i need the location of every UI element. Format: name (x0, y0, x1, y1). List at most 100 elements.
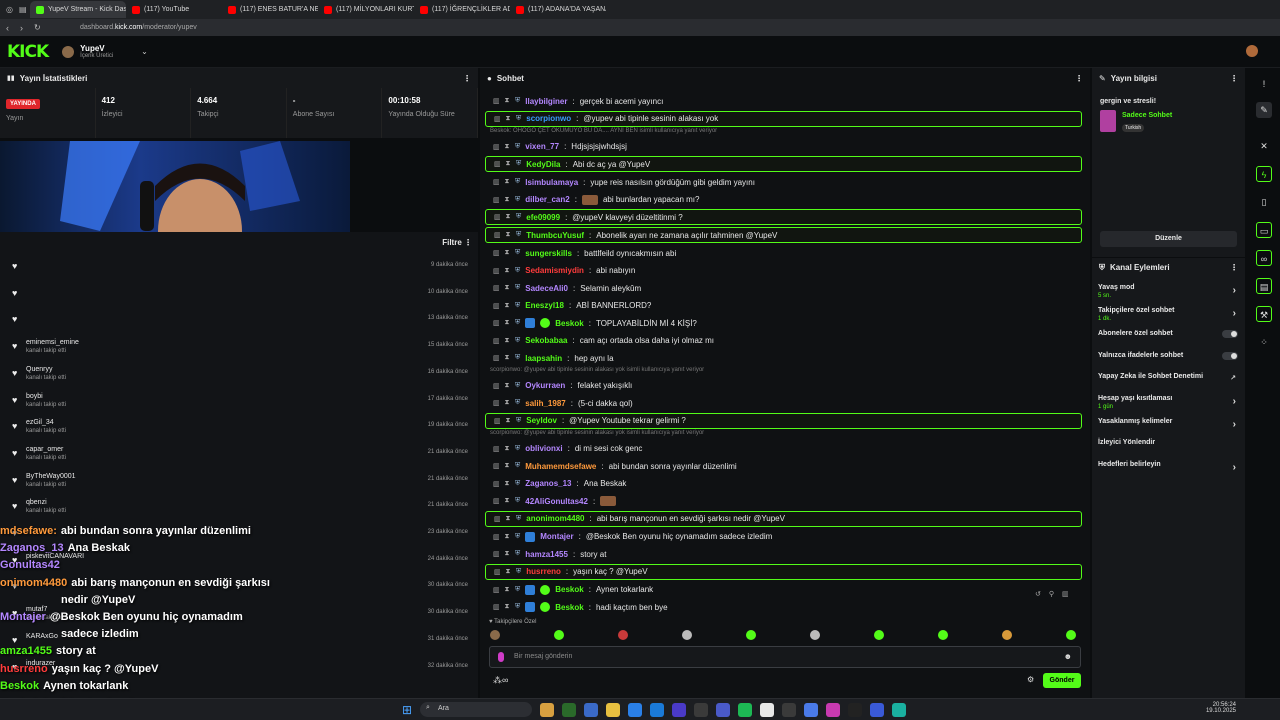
timeout-icon[interactable]: ⧗ (504, 319, 510, 327)
follower-name[interactable]: ByTheWay0001 (26, 473, 76, 480)
delete-icon[interactable]: ▥ (493, 533, 500, 541)
delete-icon[interactable]: ▥ (493, 196, 500, 204)
timeout-icon[interactable]: ⧗ (504, 196, 510, 204)
apps-icon[interactable]: ⁘ (1256, 334, 1272, 350)
crosshair-icon[interactable]: ✕ (1256, 138, 1272, 154)
chat-username[interactable]: dilber_can2 (525, 195, 569, 204)
document-icon[interactable]: ▯ (1256, 194, 1272, 210)
timeout-icon[interactable]: ⧗ (504, 178, 510, 186)
taskbar-app-icon[interactable] (892, 703, 906, 717)
taskbar-app-icon[interactable] (628, 703, 642, 717)
taskbar-app-icon[interactable] (738, 703, 752, 717)
timeout-icon[interactable]: ⧗ (504, 354, 510, 362)
chat-username[interactable]: oblivionxi (525, 444, 562, 453)
timeout-icon[interactable]: ⧗ (505, 515, 511, 523)
follower-name[interactable]: boybi (26, 393, 43, 400)
clock[interactable]: 20:56:24 19.10.2025 (1206, 702, 1236, 714)
delete-icon[interactable]: ▥ (493, 480, 500, 488)
timeout-icon[interactable]: ⧗ (505, 160, 511, 168)
chatter-avatar[interactable] (554, 630, 564, 640)
browser-tab[interactable]: (117) ADANA'DA YAŞANAN (510, 1, 606, 18)
back-icon[interactable]: ‹ (6, 23, 9, 33)
chat-username[interactable]: sungerskills (525, 249, 572, 258)
timeout-icon[interactable]: ⧗ (504, 603, 510, 611)
chat-username[interactable]: Oykurraen (525, 381, 565, 390)
chatter-avatar[interactable] (618, 630, 628, 640)
settings-icon[interactable]: ⚙ (1027, 675, 1034, 684)
channel-action-item[interactable]: Takipçilere özel sohbet 1 dk. › (1098, 307, 1238, 322)
follower-name[interactable]: capar_omer (26, 446, 63, 453)
chat-username[interactable]: llaybilginer (525, 97, 567, 106)
chat-username[interactable]: anonimom4480 (526, 514, 584, 523)
follower-name[interactable]: Quenryy (26, 366, 52, 373)
chat-message[interactable]: ▥ ⧗ ⛨ 42AliGonultas42: (485, 493, 1082, 509)
emoji-icon[interactable]: ☻ (1064, 652, 1072, 661)
timeout-icon[interactable]: ⧗ (504, 445, 510, 453)
wrench-icon[interactable]: ⚒ (1256, 306, 1272, 322)
delete-icon[interactable]: ▥ (493, 497, 500, 505)
chat-message[interactable]: ▥ ⧗ ⛨ efe09099: @yupeV klavyeyi düzeltitinmi… (485, 209, 1082, 225)
timeout-icon[interactable]: ⧗ (504, 337, 510, 345)
chat-username[interactable]: Beskok (555, 585, 583, 594)
trash-icon[interactable]: ▥ (1062, 590, 1069, 598)
timeout-icon[interactable]: ⧗ (504, 586, 510, 594)
delete-icon[interactable]: ▥ (493, 382, 500, 390)
delete-icon[interactable]: ▥ (494, 568, 501, 576)
chat-username[interactable]: Zaganos_13 (525, 479, 571, 488)
chat-message[interactable]: ▥ ⧗ ⛨ Beskok: TOPLAYABİLDİN Mİ 4 KİŞİ? (485, 315, 1082, 331)
delete-icon[interactable]: ▥ (493, 302, 500, 310)
chat-username[interactable]: Seyldov (526, 416, 557, 425)
channel-action-item[interactable]: Hesap yaşı kısıtlaması 1 gün › (1098, 395, 1238, 410)
chatter-avatar[interactable] (746, 630, 756, 640)
send-button[interactable]: Gönder (1043, 673, 1081, 688)
edit-icon[interactable]: ✎ (1256, 102, 1272, 118)
chat-username[interactable]: husrreno (526, 567, 561, 576)
clipboard-icon[interactable]: ▤ (1256, 278, 1272, 294)
delete-icon[interactable]: ▥ (494, 160, 501, 168)
pin-icon[interactable]: ⚲ (1049, 590, 1054, 598)
chat-message[interactable]: ▥ ⧗ ⛨ Muhamemdsefawe: abi bundan sonra yayın… (485, 458, 1082, 474)
delete-icon[interactable]: ▥ (493, 284, 500, 292)
chat-username[interactable]: ThumbcuYusuf (526, 231, 584, 240)
delete-icon[interactable]: ▥ (493, 143, 500, 151)
chat-message[interactable]: ▥ ⧗ ⛨ llaybilginer: gerçek bi acemi yayıncı (485, 93, 1082, 109)
timeout-icon[interactable]: ⧗ (504, 550, 510, 558)
follower-name[interactable]: ezGil_34 (26, 419, 54, 426)
chevron-down-icon[interactable]: ⌄ (141, 47, 148, 56)
chat-username[interactable]: efe09099 (526, 213, 560, 222)
toggle-switch[interactable] (1222, 351, 1238, 360)
bolt-icon[interactable]: ϟ (1256, 166, 1272, 182)
channel-action-item[interactable]: Yalnızca ifadelerle sohbet (1098, 351, 1238, 360)
channel-action-item[interactable]: Abonelere özel sohbet (1098, 330, 1238, 338)
timeout-icon[interactable]: ⧗ (505, 417, 511, 425)
chat-username[interactable]: Sedamismiydin (525, 266, 584, 275)
taskbar-app-icon[interactable] (716, 703, 730, 717)
filter-button[interactable]: Filtre ⋮ (442, 238, 472, 247)
follower-name[interactable]: KARAxGo (26, 633, 58, 640)
link-icon[interactable]: ∞ (1256, 250, 1272, 266)
reload-icon[interactable]: ↻ (34, 23, 41, 32)
timeout-icon[interactable]: ⧗ (504, 249, 510, 257)
chat-username[interactable]: lsimbulamaya (525, 178, 578, 187)
more-icon[interactable]: ⋮ (1230, 74, 1238, 83)
tab-list-icon[interactable]: ▤ (19, 5, 27, 14)
timeout-icon[interactable]: ⧗ (504, 497, 510, 505)
chat-username[interactable]: Montajer (540, 532, 573, 541)
delete-icon[interactable]: ▥ (494, 115, 501, 123)
chat-username[interactable]: vixen_77 (525, 142, 559, 151)
chat-username[interactable]: Eneszyl18 (525, 301, 564, 310)
chatter-avatar[interactable] (682, 630, 692, 640)
windows-start-icon[interactable]: ⊞ (402, 703, 412, 717)
reply-context[interactable]: scorpionwo: @yupev abi tipinle sesinin a… (490, 430, 704, 436)
chat-username[interactable]: salih_1987 (525, 399, 565, 408)
more-icon[interactable]: ⋮ (1230, 263, 1238, 272)
chat-message[interactable]: ▥ ⧗ ⛨ SadeceAli0: Selamin aleykûm (485, 280, 1082, 296)
timeout-icon[interactable]: ⧗ (504, 480, 510, 488)
chat-tools-icon[interactable]: ⁂∞ (493, 675, 508, 686)
chat-message[interactable]: ▥ ⧗ ⛨ Beskok: Aynen tokarlank (485, 582, 1082, 598)
timeout-icon[interactable]: ⧗ (504, 143, 510, 151)
chat-message[interactable]: ▥ ⧗ ⛨ husrreno: yaşın kaç ? @YupeV (485, 563, 1082, 580)
chat-message[interactable]: ▥ ⧗ ⛨ Sedamismiydin: abi nabıyın (485, 263, 1082, 279)
chat-username[interactable]: hamza1455 (525, 550, 568, 559)
reply-context[interactable]: scorpionwo: @yupev abi tipinle sesinin a… (490, 367, 704, 373)
